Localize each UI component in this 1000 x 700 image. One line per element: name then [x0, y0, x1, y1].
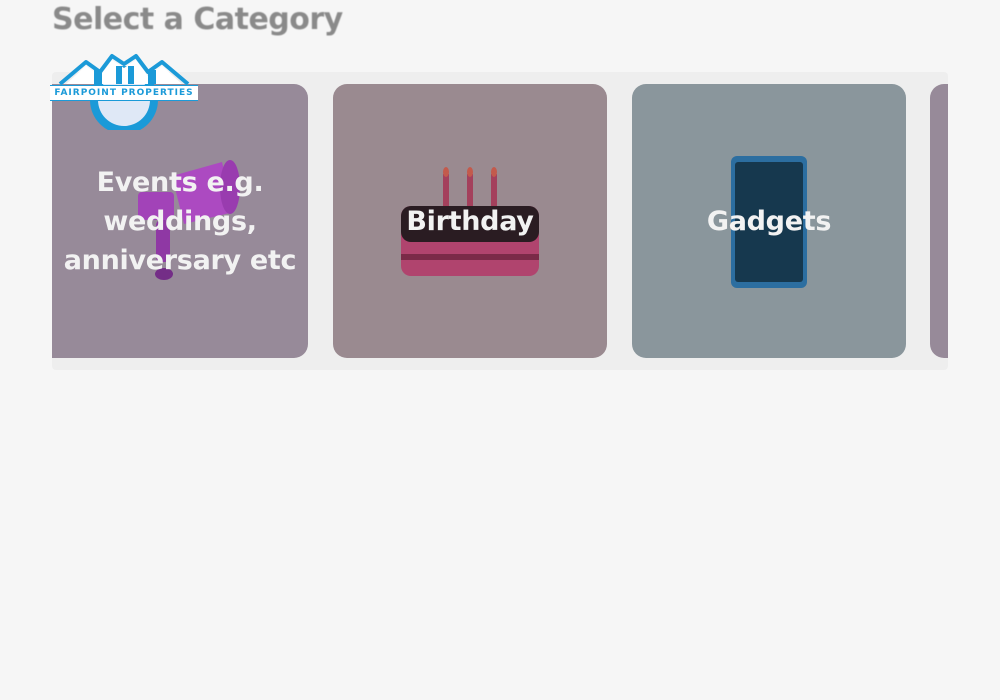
category-card-gadgets[interactable]: Gadgets: [632, 84, 906, 358]
category-label-birthday: Birthday: [406, 205, 534, 237]
category-page: Select a Category FAIRPOINT PROPERTIES E…: [0, 0, 1000, 700]
section-title: Select a Category: [52, 2, 343, 37]
brand-logo: FAIRPOINT PROPERTIES: [50, 48, 198, 134]
category-card-partial[interactable]: [930, 84, 948, 358]
brand-logo-text: FAIRPOINT PROPERTIES: [50, 85, 198, 101]
category-label-gadgets: Gadgets: [706, 205, 832, 237]
category-label-events: Events e.g. weddings, anniversary etc: [63, 166, 297, 276]
category-card-birthday[interactable]: Birthday: [333, 84, 607, 358]
